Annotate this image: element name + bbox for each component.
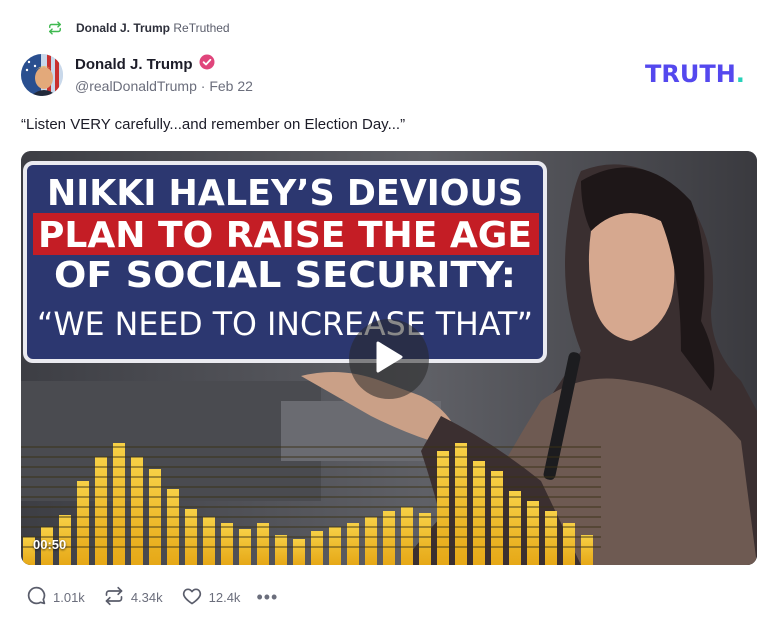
retruth-author[interactable]: Donald J. Trump [76,21,170,35]
like-count: 12.4k [208,589,241,605]
play-button[interactable] [349,319,429,399]
retruth-icon [48,21,62,35]
truth-logo[interactable]: TRUTH. [645,60,745,88]
reply-button[interactable]: 1.01k [26,585,85,609]
video-headline-3: OF SOCIAL SECURITY: [54,255,516,296]
play-icon [374,340,404,379]
verified-badge-icon [199,54,215,75]
reply-icon [26,585,47,609]
author-handle[interactable]: @realDonaldTrump [75,78,197,94]
heart-icon [181,586,203,609]
handle-row: @realDonaldTrump · Feb 22 [75,78,253,94]
retruth-banner: Donald J. Trump ReTruthed [48,18,230,38]
video-headline-2: PLAN TO RAISE THE AGE [38,215,532,256]
retruth-action-icon [103,586,125,609]
video-player[interactable]: NIKKI HALEY’S DEVIOUS PLAN TO RAISE THE … [21,151,757,565]
logo-text: TRUTH [645,60,736,88]
retruth-button[interactable]: 4.34k [103,586,163,609]
logo-dot: . [735,60,745,88]
video-headline-1: NIKKI HALEY’S DEVIOUS [47,173,523,214]
retruth-count: 4.34k [130,589,163,605]
post-date[interactable]: Feb 22 [209,78,253,94]
video-quote: “WE NEED TO INCREASE THAT” [37,305,533,343]
avatar[interactable] [21,54,63,96]
retruth-label: ReTruthed [173,21,230,35]
author-name[interactable]: Donald J. Trump [75,56,193,73]
post-text: “Listen VERY carefully...and remember on… [21,116,406,133]
video-duration: 00:50 [33,537,67,552]
more-options-icon[interactable]: ••• [256,587,278,608]
action-bar: 1.01k 4.34k 12.4k ••• [26,585,278,609]
reply-count: 1.01k [53,589,85,605]
date-separator: · [200,78,206,94]
like-button[interactable]: 12.4k [181,586,241,609]
